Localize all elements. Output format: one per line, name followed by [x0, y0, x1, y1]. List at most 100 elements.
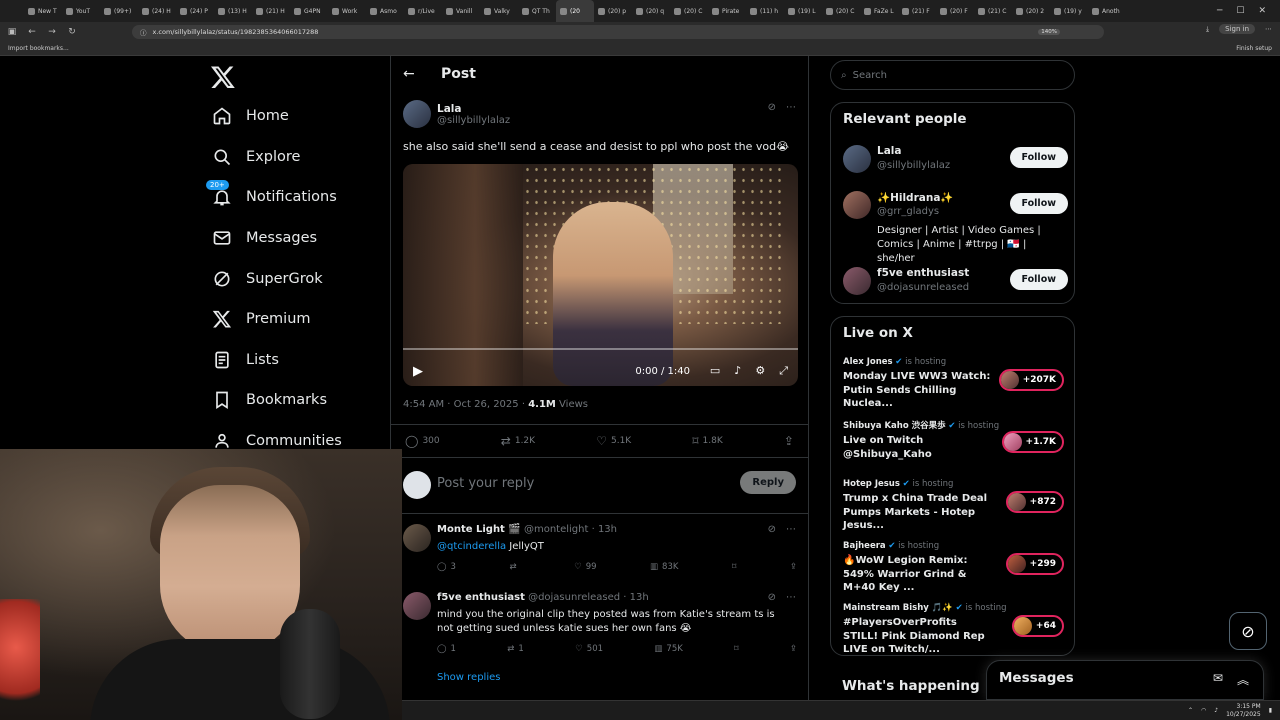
- browser-tab[interactable]: (21) C: [974, 0, 1012, 22]
- browser-tab[interactable]: (20) 2: [1012, 0, 1050, 22]
- repost-stat[interactable]: ⇄ 1.2K: [501, 434, 535, 448]
- live-title[interactable]: Monday LIVE WW3 Watch: Putin Sends Chill…: [843, 370, 993, 411]
- avatar[interactable]: [403, 524, 431, 552]
- like-stat[interactable]: ♡ 5.1K: [596, 434, 631, 448]
- browser-tab[interactable]: Valky: [480, 0, 518, 22]
- nav-explore[interactable]: Explore: [212, 137, 342, 178]
- browser-tab[interactable]: YouT: [62, 0, 100, 22]
- forward-icon[interactable]: →: [46, 27, 58, 37]
- person-name[interactable]: Lala: [877, 145, 901, 157]
- live-title[interactable]: 🔥WoW Legion Remix: 549% Warrior Grind & …: [843, 554, 993, 595]
- live-title[interactable]: Live on Twitch @Shibuya_Kaho: [843, 434, 993, 461]
- search-input[interactable]: ⌕ Search: [830, 60, 1075, 90]
- live-listener-badge[interactable]: +299: [1005, 553, 1064, 575]
- video-progress-bar[interactable]: [403, 348, 798, 350]
- comment-handle[interactable]: @dojasunreleased · 13h: [528, 592, 649, 603]
- person-name[interactable]: ✨Hildrana✨: [877, 191, 953, 204]
- notifications-icon[interactable]: ▮: [1269, 707, 1272, 714]
- live-title[interactable]: Trump x China Trade Deal Pumps Markets -…: [843, 492, 993, 533]
- volume-icon[interactable]: ♪: [1214, 707, 1218, 714]
- browser-tab[interactable]: (20) C: [670, 0, 708, 22]
- download-icon[interactable]: ⤓: [1206, 25, 1209, 34]
- browser-tab[interactable]: (20) p: [594, 0, 632, 22]
- live-item[interactable]: Shibuya Kaho 渋谷果歩 ✔ is hosting Live on T…: [843, 419, 1068, 461]
- zoom-indicator[interactable]: 140%: [1038, 29, 1060, 35]
- repost-action[interactable]: ⇄ 1: [507, 644, 524, 654]
- reply-action[interactable]: ◯ 1: [437, 644, 456, 654]
- reply-input[interactable]: Post your reply: [437, 476, 534, 491]
- live-item[interactable]: Hotep Jesus ✔ is hosting Trump x China T…: [843, 479, 1068, 533]
- browser-tab[interactable]: (24) H: [138, 0, 176, 22]
- post-author[interactable]: Lala @sillybillylalaz: [403, 100, 510, 128]
- browser-tab[interactable]: (20) q: [632, 0, 670, 22]
- comment[interactable]: f5ve enthusiast @dojasunreleased · 13h ⊘…: [391, 584, 808, 668]
- back-arrow-icon[interactable]: ←: [403, 66, 415, 82]
- follow-button[interactable]: Follow: [1009, 269, 1068, 290]
- comment-author[interactable]: f5ve enthusiast: [437, 592, 525, 603]
- browser-tab[interactable]: (20) C: [822, 0, 860, 22]
- address-bar[interactable]: ⓘ x.com/sillybillylalaz/status/198238536…: [132, 25, 1104, 39]
- host-name[interactable]: Bajheera: [843, 541, 886, 551]
- bookmark-action[interactable]: ⌑: [732, 562, 736, 572]
- volume-icon[interactable]: ♪: [734, 364, 741, 378]
- avatar[interactable]: [843, 191, 871, 219]
- author-handle[interactable]: @sillybillylalaz: [437, 115, 510, 126]
- avatar[interactable]: [403, 100, 431, 128]
- comment-handle[interactable]: @montelight · 13h: [524, 524, 617, 535]
- captions-icon[interactable]: ▭: [710, 364, 720, 378]
- share-stat[interactable]: ⇪: [784, 434, 794, 448]
- author-name[interactable]: Lala: [437, 103, 510, 115]
- comment-author[interactable]: Monte Light 🎬: [437, 524, 521, 535]
- views-action[interactable]: ▥ 83K: [650, 562, 678, 572]
- repost-action[interactable]: ⇄: [509, 562, 520, 572]
- browser-tab[interactable]: (21) H: [252, 0, 290, 22]
- avatar[interactable]: [843, 145, 871, 173]
- sign-in-button[interactable]: Sign in: [1219, 24, 1255, 34]
- comment[interactable]: Monte Light 🎬 @montelight · 13h ⊘ ⋯ @qtci…: [391, 516, 808, 582]
- live-item[interactable]: Bajheera ✔ is hosting 🔥WoW Legion Remix:…: [843, 541, 1068, 595]
- host-name[interactable]: Mainstream Bishy 🎵✨: [843, 603, 953, 613]
- browser-tab[interactable]: Asmo: [366, 0, 404, 22]
- live-item[interactable]: Alex Jones ✔ is hosting Monday LIVE WW3 …: [843, 357, 1068, 411]
- nav-messages[interactable]: Messages: [212, 218, 342, 259]
- live-listener-badge[interactable]: +64: [1011, 615, 1064, 637]
- share-action[interactable]: ⇪: [790, 644, 797, 654]
- more-icon[interactable]: ⋯: [786, 524, 796, 535]
- browser-tab[interactable]: (21) F: [898, 0, 936, 22]
- reply-stat[interactable]: ◯ 300: [405, 434, 440, 448]
- browser-tab[interactable]: (13) H: [214, 0, 252, 22]
- browser-tab[interactable]: (11) h: [746, 0, 784, 22]
- nav-home[interactable]: Home: [212, 96, 342, 137]
- live-title[interactable]: #PlayersOverProfits STILL! Pink Diamond …: [843, 616, 993, 657]
- import-bookmarks-link[interactable]: Import bookmarks...: [8, 45, 69, 52]
- fullscreen-icon[interactable]: ⤢: [779, 364, 788, 378]
- new-message-icon[interactable]: ✉: [1213, 671, 1223, 688]
- comment-mention[interactable]: @qtcinderella: [437, 541, 506, 552]
- browser-tab[interactable]: (20) F: [936, 0, 974, 22]
- browser-tab[interactable]: (20: [556, 0, 594, 22]
- browser-tab[interactable]: G4PN: [290, 0, 328, 22]
- video-player[interactable]: ▶ 0:00 / 1:40 ▭ ♪ ⚙ ⤢: [403, 164, 798, 386]
- grok-icon[interactable]: ⊘: [768, 102, 776, 113]
- live-listener-badge[interactable]: +872: [1005, 491, 1064, 513]
- avatar[interactable]: [843, 267, 871, 295]
- person-row[interactable]: Lala @sillybillylalaz Follow: [843, 145, 1068, 179]
- browser-tab[interactable]: Work: [328, 0, 366, 22]
- person-row[interactable]: ✨Hildrana✨ @grr_gladys Designer | Artist…: [843, 191, 1068, 264]
- person-name[interactable]: f5ve enthusiast: [877, 267, 969, 279]
- expand-icon[interactable]: ︽: [1237, 671, 1249, 688]
- browser-tab[interactable]: (99+): [100, 0, 138, 22]
- live-listener-badge[interactable]: +207K: [998, 369, 1064, 391]
- grok-icon[interactable]: ⊘: [768, 524, 776, 535]
- site-info-icon[interactable]: ⓘ: [140, 27, 147, 37]
- nav-notifications[interactable]: 20+ Notifications: [206, 177, 342, 218]
- more-icon[interactable]: ⋯: [786, 592, 796, 603]
- browser-tab[interactable]: Vanill: [442, 0, 480, 22]
- nav-lists[interactable]: Lists: [212, 340, 342, 381]
- play-icon[interactable]: ▶: [413, 364, 423, 379]
- minimize-icon[interactable]: ─: [1217, 6, 1222, 16]
- share-action[interactable]: ⇪: [790, 562, 797, 572]
- reply-action[interactable]: ◯ 3: [437, 562, 456, 572]
- follow-button[interactable]: Follow: [1009, 147, 1068, 168]
- nav-bookmarks[interactable]: Bookmarks: [212, 380, 342, 421]
